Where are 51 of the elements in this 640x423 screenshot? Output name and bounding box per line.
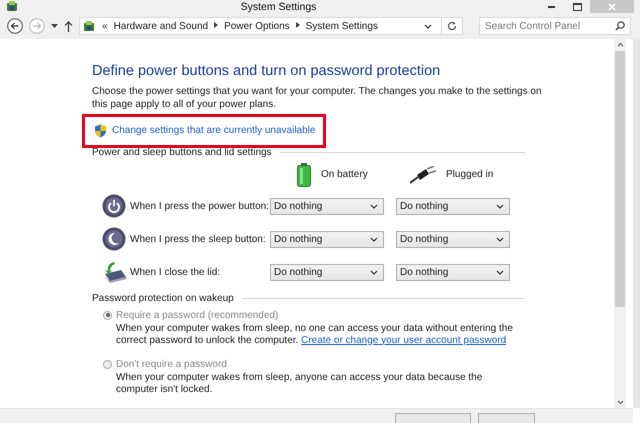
action-dropdown[interactable]: Do nothing xyxy=(270,198,384,215)
dropdown-caret-icon xyxy=(496,270,504,275)
back-button[interactable] xyxy=(7,18,23,34)
chevron-down-icon xyxy=(424,24,432,29)
breadcrumb[interactable]: Hardware and Sound xyxy=(114,20,208,32)
maximize-icon xyxy=(572,2,582,10)
section-heading: Power and sleep buttons and lid settings xyxy=(92,146,272,158)
laptop-lid-icon xyxy=(102,260,128,284)
shield-icon xyxy=(94,124,107,138)
column-heading: On battery xyxy=(321,169,368,180)
option-description: When your computer wakes from sleep, no one can access your data without entering the correct password to unlock the computer. Create or change your user account password xyxy=(116,322,514,347)
recent-pages-caret-icon[interactable] xyxy=(51,24,58,28)
column-heading: Plugged in xyxy=(446,169,494,180)
minimize-icon xyxy=(548,6,554,8)
section-heading: Password protection on wakeup xyxy=(92,292,234,304)
breadcrumb[interactable]: Power Options xyxy=(224,20,290,32)
setting-label: When I close the lid: xyxy=(130,266,220,278)
action-dropdown[interactable]: Do nothing xyxy=(270,230,384,248)
scrollbar-thumb[interactable] xyxy=(615,50,625,307)
setting-label: When I press the power button: xyxy=(130,200,269,212)
action-dropdown[interactable]: Do nothing xyxy=(396,230,510,248)
close-icon xyxy=(608,2,616,10)
overflow-chevron[interactable]: « xyxy=(102,20,108,32)
action-dropdown[interactable]: Do nothing xyxy=(396,264,510,281)
battery-icon xyxy=(297,162,311,187)
action-dropdown[interactable]: Do nothing xyxy=(270,264,384,281)
window-title: System Settings xyxy=(240,0,318,13)
dropdown-caret-icon xyxy=(370,236,378,242)
dropdown-caret-icon xyxy=(370,204,378,209)
search-icon xyxy=(615,21,625,32)
dropdown-caret-icon xyxy=(496,236,504,242)
option-description: When your computer wakes from sleep, anyone can access your data because the computer isn't locked. xyxy=(116,372,484,396)
change-settings-link[interactable]: Change settings that are currently unavailable xyxy=(87,118,322,143)
dropdown-caret-icon xyxy=(370,270,378,275)
app-icon xyxy=(6,0,19,14)
page-description: Choose the power settings that you want for your computer. The changes you make to the settings on this page apply to all of your power plans. xyxy=(92,84,543,111)
power-plug-icon xyxy=(410,166,436,184)
address-bar[interactable]: « Hardware and Sound Power Options System Settings xyxy=(79,17,463,36)
up-arrow-icon[interactable] xyxy=(64,20,73,32)
breadcrumb-arrow-icon xyxy=(296,22,300,28)
sleep-button-icon xyxy=(102,227,126,252)
dropdown-caret-icon xyxy=(496,204,504,209)
action-dropdown[interactable]: Do nothing xyxy=(396,198,510,215)
app-icon xyxy=(83,20,96,33)
breadcrumb-arrow-icon xyxy=(214,22,218,28)
search-field[interactable]: Search Control Panel xyxy=(479,17,631,36)
page-heading: Define power buttons and turn on password protection xyxy=(92,62,442,79)
refresh-icon xyxy=(447,21,457,32)
breadcrumb[interactable]: System Settings xyxy=(306,20,378,32)
setting-label: When I press the sleep button: xyxy=(130,234,266,245)
power-button-icon xyxy=(102,194,126,218)
